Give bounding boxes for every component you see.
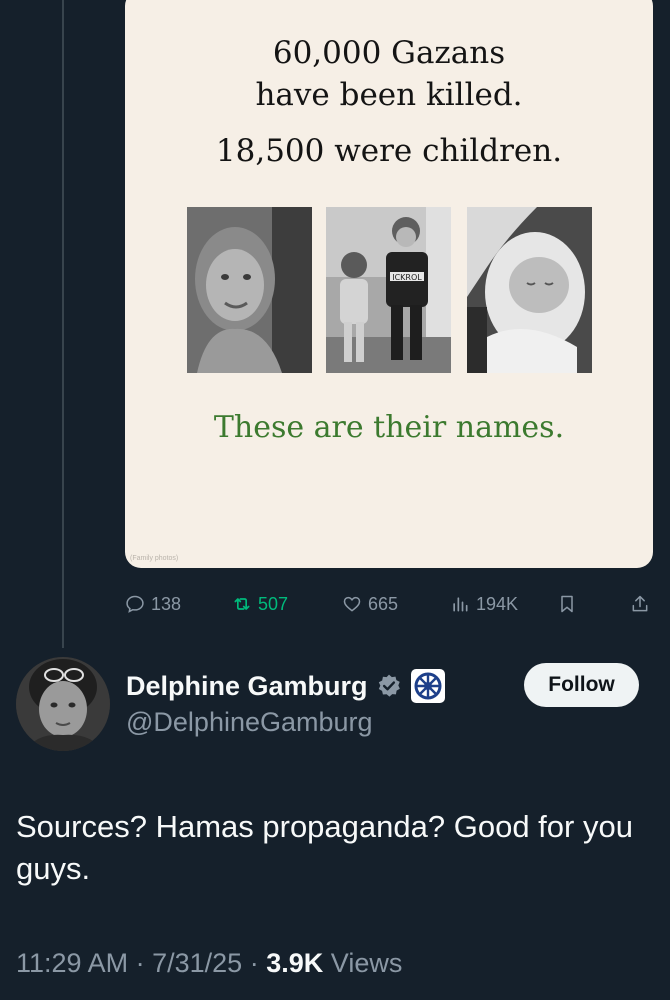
- photo-girl: [187, 207, 312, 373]
- display-name-text: Delphine Gamburg: [126, 670, 368, 701]
- quoted-image[interactable]: 60,000 Gazans have been killed. 18,500 w…: [125, 0, 653, 568]
- bookmark-button[interactable]: [557, 594, 577, 614]
- thread-line: [62, 0, 64, 648]
- repost-button[interactable]: 507: [232, 594, 288, 615]
- photo-baby: [467, 207, 592, 373]
- tweet-text: Sources? Hamas propaganda? Good for you …: [16, 809, 633, 886]
- like-button[interactable]: 665: [342, 594, 398, 615]
- heart-icon: [343, 596, 361, 612]
- repost-icon: [234, 598, 250, 610]
- analytics-icon: [453, 597, 468, 612]
- tagline: These are their names.: [213, 410, 565, 445]
- avatar[interactable]: [16, 657, 110, 751]
- headline-line-2: have been killed.: [255, 77, 523, 113]
- reply-icon: [126, 595, 144, 613]
- display-name[interactable]: Delphine Gamburg: [126, 668, 446, 704]
- tweet-meta: 11:29 AM · 7/31/25 · 3.9K Views: [16, 948, 402, 979]
- meta-separator: ·: [249, 948, 259, 978]
- follow-button[interactable]: Follow: [524, 663, 639, 707]
- tweet-time[interactable]: 11:29 AM: [16, 948, 128, 978]
- headline-line-1: 60,000 Gazans: [272, 35, 506, 71]
- bookmark-icon: [561, 595, 573, 613]
- views-button[interactable]: 194K: [450, 594, 518, 615]
- affiliate-badge-icon: [410, 669, 445, 703]
- handle[interactable]: @DelphineGamburg: [126, 707, 373, 738]
- tweet-views-count: 3.9K: [266, 948, 324, 978]
- headline-line-3: 18,500 were children.: [215, 133, 563, 169]
- meta-separator: ·: [135, 948, 145, 978]
- repost-count: 507: [258, 593, 289, 614]
- photo-two-children: ICKROL: [326, 207, 451, 373]
- like-count: 665: [368, 593, 399, 614]
- views-count: 194K: [476, 593, 519, 614]
- share-icon: [632, 595, 648, 612]
- verified-badge-icon: [378, 674, 400, 697]
- reply-count: 138: [151, 593, 182, 614]
- reply-button[interactable]: 138: [125, 594, 181, 615]
- tweet-date[interactable]: 7/31/25: [152, 948, 242, 978]
- action-bar: 138 507 665 194K: [125, 590, 655, 618]
- share-button[interactable]: [630, 594, 650, 614]
- sweater-text: ICKROL: [392, 273, 422, 282]
- photo-credit: (Family photos): [130, 555, 179, 562]
- tweet-views-label: Views: [330, 948, 403, 978]
